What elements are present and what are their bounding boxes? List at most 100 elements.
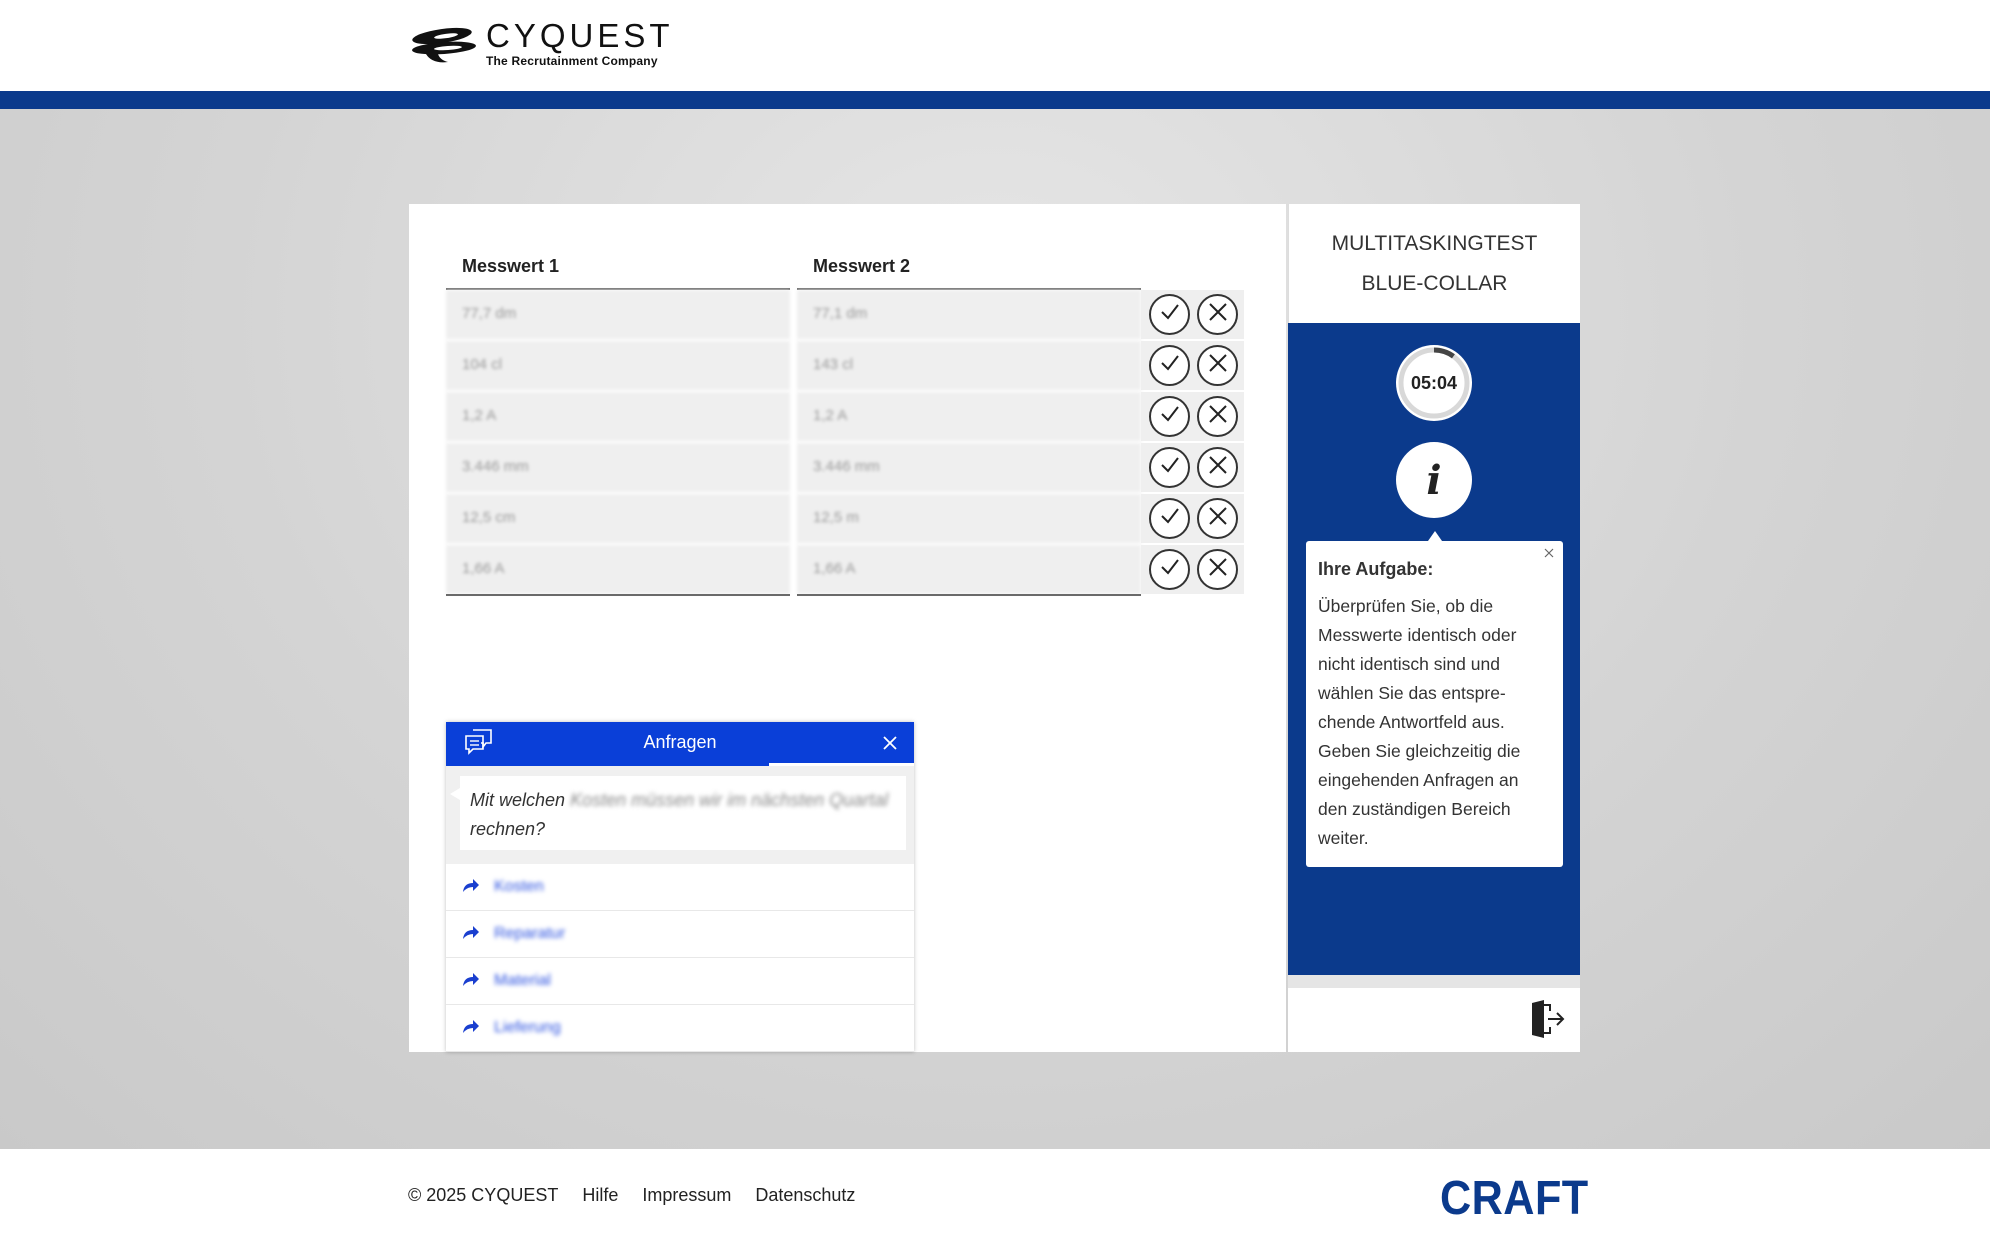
request-option-label: Kosten [494, 878, 544, 895]
request-option-label: Reparatur [494, 925, 566, 942]
craft-logo: CRAFT [1440, 1172, 1589, 1225]
row-actions [1141, 545, 1244, 594]
close-icon [1207, 454, 1229, 481]
row-actions [1141, 443, 1244, 492]
close-icon[interactable] [882, 735, 898, 751]
check-icon [1158, 453, 1182, 482]
not-identical-button[interactable] [1197, 549, 1238, 590]
not-identical-button[interactable] [1197, 498, 1238, 539]
table-row: 1,66 A 1,66 A [446, 545, 1246, 596]
forward-arrow-icon [462, 924, 480, 945]
row-actions [1141, 341, 1244, 390]
messwert-2-cell: 12,5 m [797, 494, 1141, 543]
column-header-messwert-2: Messwert 2 [797, 244, 1141, 290]
side-divider [1288, 975, 1580, 988]
chat-bubbles-icon [465, 729, 492, 755]
footer-link-hilfe[interactable]: Hilfe [582, 1185, 618, 1206]
request-option[interactable]: Lieferung [446, 1005, 914, 1052]
footer-link-datenschutz[interactable]: Datenschutz [755, 1185, 855, 1206]
tooltip-title: Ihre Aufgabe: [1318, 559, 1434, 579]
task-panel: Messwert 1 Messwert 2 77,7 dm 77,1 dm 104 … [409, 204, 1286, 1052]
close-icon [1207, 556, 1229, 583]
tooltip-arrow [1428, 531, 1442, 541]
side-panel: MULTITASKINGTEST BLUE-COLLAR 05:04 i Ihr… [1288, 204, 1580, 1052]
table-header: Messwert 1 Messwert 2 [446, 244, 1246, 290]
messwert-1-cell: 77,7 dm [446, 290, 790, 339]
not-identical-button[interactable] [1197, 396, 1238, 437]
test-stage: Messwert 1 Messwert 2 77,7 dm 77,1 dm 104 … [0, 109, 1990, 1149]
request-option[interactable]: Kosten [446, 864, 914, 911]
check-icon [1158, 555, 1182, 584]
check-icon [1158, 300, 1182, 329]
request-option[interactable]: Material [446, 958, 914, 1005]
info-icon: i [1426, 456, 1442, 504]
identical-button[interactable] [1149, 294, 1190, 335]
close-icon [1207, 505, 1229, 532]
messwert-2-cell: 1,2 A [797, 392, 1141, 441]
table-row: 77,7 dm 77,1 dm [446, 290, 1246, 341]
not-identical-button[interactable] [1197, 447, 1238, 488]
messwert-2-cell: 143 cl [797, 341, 1141, 390]
close-icon [1207, 403, 1229, 430]
not-identical-button[interactable] [1197, 294, 1238, 335]
request-question-area: Mit welchen Kosten müssen wir im nächste… [446, 766, 914, 864]
messwert-2-cell: 1,66 A [797, 545, 1141, 594]
question-suffix: rechnen? [470, 819, 546, 839]
close-icon [1207, 352, 1229, 379]
side-controls: 05:04 i Ihre Aufgabe: Überprüfen Sie, ob… [1288, 323, 1580, 975]
row-actions [1141, 392, 1244, 441]
forward-arrow-icon [462, 877, 480, 898]
identical-button[interactable] [1149, 345, 1190, 386]
test-title: MULTITASKINGTEST BLUE-COLLAR [1288, 204, 1580, 323]
messwert-1-cell: 1,2 A [446, 392, 790, 441]
row-actions [1141, 494, 1244, 543]
table-row: 12,5 cm 12,5 m [446, 494, 1246, 545]
row-actions [1141, 290, 1244, 339]
messwert-1-cell: 3.446 mm [446, 443, 790, 492]
top-header: CYQUEST The Recrutainment Company [0, 0, 1990, 91]
test-title-line-2: BLUE-COLLAR [1361, 272, 1508, 295]
countdown-timer: 05:04 [1396, 345, 1472, 421]
request-option-label: Material [494, 972, 551, 989]
check-icon [1158, 351, 1182, 380]
exit-door-icon[interactable] [1530, 999, 1566, 1039]
timer-value: 05:04 [1410, 372, 1458, 393]
request-option-label: Lieferung [494, 1019, 561, 1036]
table-bottom-rule [446, 594, 790, 596]
forward-arrow-icon [462, 971, 480, 992]
requests-header: Anfragen [446, 722, 914, 763]
messwert-1-cell: 1,66 A [446, 545, 790, 594]
check-icon [1158, 402, 1182, 431]
messwert-1-cell: 104 cl [446, 341, 790, 390]
identical-button[interactable] [1149, 498, 1190, 539]
messwert-1-cell: 12,5 cm [446, 494, 790, 543]
close-icon [1207, 301, 1229, 328]
question-prefix: Mit welchen [470, 790, 566, 810]
footer-link-impressum[interactable]: Impressum [642, 1185, 731, 1206]
logo-name: CYQUEST [486, 17, 674, 54]
task-tooltip: Ihre Aufgabe: Überprüfen Sie, ob die Mes… [1306, 541, 1563, 867]
requests-widget: Anfragen Mit welchen Kosten müssen wir i… [446, 722, 914, 1052]
request-question: Mit welchen Kosten müssen wir im nächste… [450, 776, 906, 850]
close-icon[interactable] [1543, 547, 1555, 559]
test-title-line-1: MULTITASKINGTEST [1331, 232, 1538, 255]
column-header-messwert-1: Messwert 1 [446, 244, 790, 290]
check-icon [1158, 504, 1182, 533]
logo-tagline: The Recrutainment Company [486, 54, 658, 68]
identical-button[interactable] [1149, 396, 1190, 437]
table-row: 3.446 mm 3.446 mm [446, 443, 1246, 494]
identical-button[interactable] [1149, 447, 1190, 488]
info-button[interactable]: i [1396, 442, 1472, 518]
messwert-2-cell: 77,1 dm [797, 290, 1141, 339]
requests-tab-underline [446, 763, 769, 766]
request-option[interactable]: Reparatur [446, 911, 914, 958]
forward-arrow-icon [462, 1018, 480, 1039]
cyquest-logo-icon [412, 27, 476, 63]
not-identical-button[interactable] [1197, 345, 1238, 386]
question-blurred: Kosten müssen wir im nächsten Quartal [570, 790, 889, 810]
table-row: 104 cl 143 cl [446, 341, 1246, 392]
page-footer: © 2025 CYQUEST Hilfe Impressum Datenschu… [0, 1149, 1990, 1240]
header-accent-bar [0, 91, 1990, 109]
messwert-2-cell: 3.446 mm [797, 443, 1141, 492]
identical-button[interactable] [1149, 549, 1190, 590]
